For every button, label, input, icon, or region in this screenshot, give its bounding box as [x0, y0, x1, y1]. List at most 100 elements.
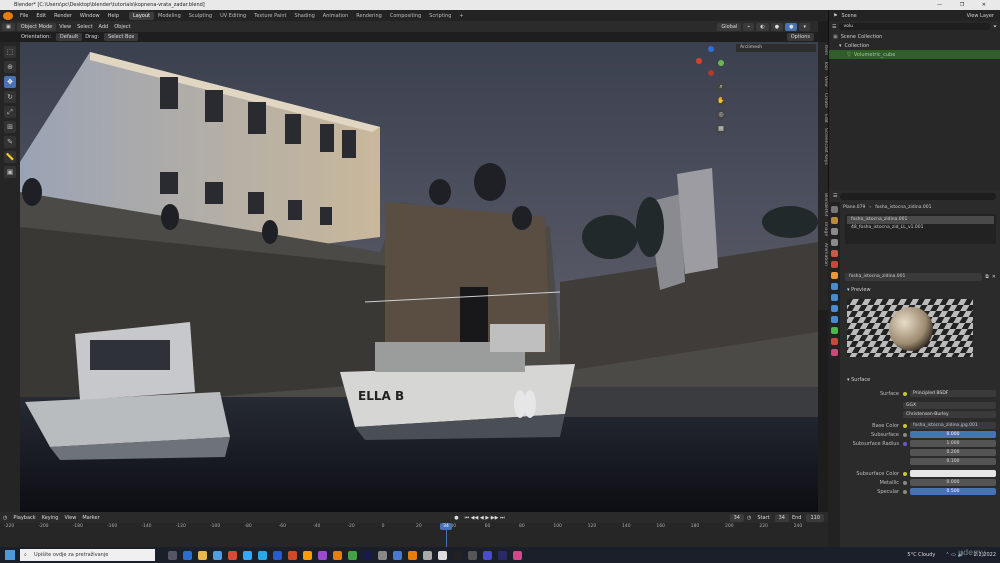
photoshop-icon[interactable]	[243, 550, 252, 560]
annotate-tool-icon[interactable]: ✎	[4, 136, 16, 148]
window-controls[interactable]: — ❐ ✕	[937, 0, 994, 10]
editor-type-button[interactable]: ▣	[2, 22, 15, 31]
select-box-tool-icon[interactable]: ⬚	[4, 46, 16, 58]
shading-rendered-icon[interactable]: ●	[785, 22, 798, 31]
properties-menu-icon[interactable]: ☰	[833, 193, 837, 199]
timeline-menu-view[interactable]: View	[61, 515, 79, 521]
scene-tab-icon[interactable]	[830, 250, 838, 257]
ntab-tool[interactable]: Tool	[818, 58, 828, 73]
specular-field[interactable]: 0.500	[910, 488, 996, 495]
store-icon[interactable]	[213, 550, 222, 560]
scale-tool-icon[interactable]: ⤢	[4, 106, 16, 118]
surface-header[interactable]: ▾ Surface	[847, 377, 1000, 385]
metallic-field[interactable]: 0.000	[910, 479, 996, 486]
outliner-object-row[interactable]: ▽ Volumetric_cube	[829, 50, 1000, 59]
windows-start-icon[interactable]	[5, 550, 15, 560]
world-tab-icon[interactable]	[830, 261, 838, 268]
material-name-field[interactable]: fosha_istocna_zidina.001	[845, 272, 983, 281]
timeline-editor-icon[interactable]: ◷	[0, 515, 10, 521]
taskbar-search-input[interactable]: ⌕ Upišite ovdje za pretraživanje	[20, 549, 155, 561]
app-icon[interactable]	[423, 550, 432, 560]
surface-shader-field[interactable]: Principled BSDF	[910, 390, 996, 397]
file-explorer-icon[interactable]	[198, 550, 207, 560]
skype-icon[interactable]	[258, 550, 267, 560]
render-tab-icon[interactable]	[830, 217, 838, 224]
expand-chevron-icon[interactable]: ▾	[839, 43, 842, 49]
chrome-icon[interactable]	[228, 550, 237, 560]
premiere-icon[interactable]	[318, 550, 327, 560]
mode-dropdown[interactable]: Object Mode	[16, 22, 57, 31]
drag-dropdown[interactable]: Select Box	[104, 33, 139, 41]
tab-texture-paint[interactable]: Texture Paint	[250, 12, 290, 20]
timeline-menu-marker[interactable]: Marker	[79, 515, 102, 521]
snap-icon[interactable]: ⌁	[743, 22, 755, 31]
menu-object[interactable]: Object	[111, 24, 133, 30]
playback-controls[interactable]: ⏮ ◀◀ ◀ ▶ ▶▶ ⏭	[462, 515, 508, 521]
modifier-tab-icon[interactable]	[830, 283, 838, 290]
shading-dropdown-icon[interactable]: ▾	[799, 22, 810, 31]
lightroom-icon[interactable]	[498, 550, 507, 560]
move-tool-icon[interactable]: ✥	[4, 76, 16, 88]
menu-window[interactable]: Window	[76, 13, 104, 19]
start-frame-field[interactable]: 34	[774, 513, 789, 522]
rotate-tool-icon[interactable]: ↻	[4, 91, 16, 103]
menu-file[interactable]: File	[16, 13, 32, 19]
app-icon[interactable]	[468, 550, 477, 560]
armesh-panel[interactable]: Arclimesh	[736, 44, 816, 52]
subsurface-radius-y[interactable]: 0.200	[910, 449, 996, 456]
tab-layout[interactable]: Layout	[129, 11, 154, 20]
ntab-item[interactable]: Item	[818, 42, 828, 58]
subsurface-field[interactable]: 0.000	[910, 431, 996, 438]
camera-icon[interactable]: ◎	[716, 110, 726, 120]
app-icon[interactable]	[348, 550, 357, 560]
app-icon[interactable]	[483, 550, 492, 560]
app-icon[interactable]	[513, 550, 522, 560]
subsurface-radius-x[interactable]: 1.000	[910, 440, 996, 447]
shading-solid-icon[interactable]: ●	[770, 22, 784, 31]
output-tab-icon[interactable]	[830, 228, 838, 235]
record-icon[interactable]: ●	[451, 515, 461, 521]
timeline-menu-playback[interactable]: Playback	[10, 515, 38, 521]
current-frame-field[interactable]: 34	[729, 513, 744, 522]
menu-edit[interactable]: Edit	[32, 13, 50, 19]
timeline-menu-keying[interactable]: Keying	[39, 515, 62, 521]
app-icon[interactable]	[408, 550, 417, 560]
preview-header[interactable]: ▾ Preview	[847, 287, 1000, 295]
edge-icon[interactable]	[183, 550, 192, 560]
material-slot-1[interactable]: 48_fosha_istocna_zid_LL_v1.001	[847, 224, 994, 232]
data-tab-icon[interactable]	[830, 327, 838, 334]
options-dropdown[interactable]: Options	[786, 33, 814, 41]
blender-logo-icon[interactable]	[3, 11, 13, 20]
tab-sculpting[interactable]: Sculpting	[185, 12, 216, 20]
add-cube-tool-icon[interactable]: ▣	[4, 166, 16, 178]
tiktok-icon[interactable]	[453, 550, 462, 560]
ntab-create[interactable]: Create	[818, 90, 828, 111]
constraints-tab-icon[interactable]	[830, 316, 838, 323]
menu-view[interactable]: View	[56, 24, 74, 30]
cursor-tool-icon[interactable]: ⊕	[4, 61, 16, 73]
zoom-icon[interactable]: ⌕	[716, 82, 726, 92]
pan-hand-icon[interactable]: ✋	[716, 96, 726, 106]
display-mode-icon[interactable]: ☰	[832, 24, 836, 30]
ntab-blenderkit[interactable]: BlenderKit	[818, 190, 828, 219]
properties-search-input[interactable]	[840, 192, 996, 200]
blender-taskbar-icon[interactable]	[333, 550, 342, 560]
playhead[interactable]: 34	[440, 523, 452, 530]
ntab-animation[interactable]: Animation	[818, 240, 828, 269]
tab-modeling[interactable]: Modeling	[154, 12, 185, 20]
timeline[interactable]: -220 -200 -180 -160 -140 -120 -100 -80 -60 -40 -20…	[0, 523, 828, 547]
illustrator-icon[interactable]	[303, 550, 312, 560]
subsurface-radius-z[interactable]: 0.100	[910, 458, 996, 465]
overlay-icon[interactable]: ◐	[756, 22, 769, 31]
view-layer-tab-icon[interactable]	[830, 239, 838, 246]
tab-animation[interactable]: Animation	[319, 12, 353, 20]
distribution-dropdown[interactable]: GGX	[903, 402, 996, 409]
texture-tab-icon[interactable]	[830, 349, 838, 356]
measure-tool-icon[interactable]: 📏	[4, 151, 16, 163]
ntab-screencast-keys[interactable]: Screencast Keys	[818, 125, 828, 168]
end-frame-field[interactable]: 110	[806, 513, 824, 522]
menu-add[interactable]: Add	[96, 24, 112, 30]
menu-render[interactable]: Render	[50, 13, 76, 19]
material-tab-icon[interactable]	[830, 338, 838, 345]
menu-select[interactable]: Select	[74, 24, 95, 30]
